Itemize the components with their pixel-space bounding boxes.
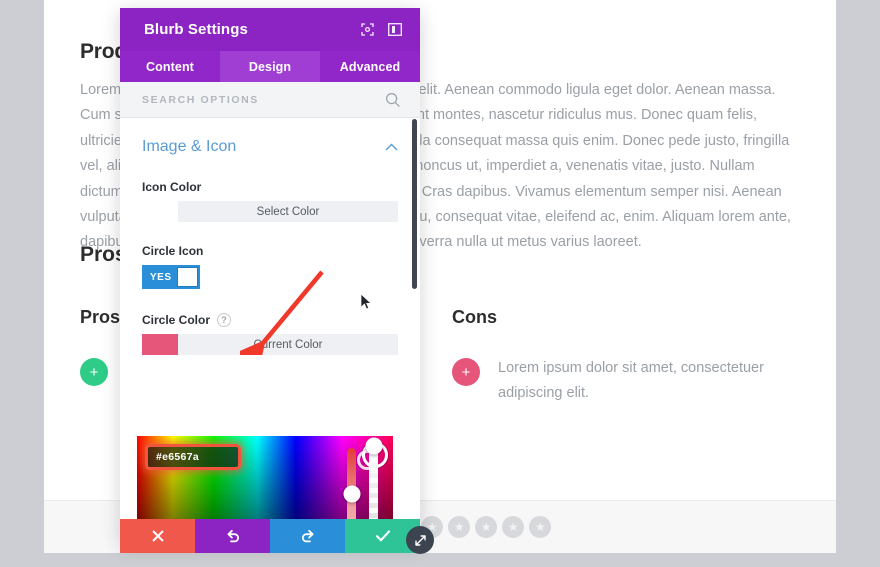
- icon-color-label: Icon Color: [142, 180, 398, 194]
- toggle-knob[interactable]: [176, 267, 198, 287]
- chevron-up-icon[interactable]: [385, 141, 398, 153]
- fullscreen-icon[interactable]: [356, 19, 378, 41]
- rating-stars[interactable]: ★ ★ ★ ★ ★: [421, 516, 552, 538]
- star-icon[interactable]: ★: [529, 516, 552, 538]
- modal-scrollbar[interactable]: [412, 119, 417, 289]
- circle-icon-toggle[interactable]: YES: [142, 265, 200, 289]
- blurb-settings-modal: Blurb Settings Content Design Advanced S…: [120, 8, 420, 543]
- cons-blurb: + Lorem ipsum dolor sit amet, consectetu…: [452, 356, 798, 407]
- toggle-yes-label: YES: [150, 271, 172, 283]
- plus-icon: +: [80, 358, 108, 386]
- modal-tabs: Content Design Advanced: [120, 51, 420, 82]
- star-icon[interactable]: ★: [448, 516, 471, 538]
- hue-slider-knob[interactable]: [343, 485, 360, 503]
- circle-color-label-text: Circle Color: [142, 313, 211, 327]
- screen: Product Review Lorem ipsum dolor sit ame…: [0, 0, 880, 567]
- resize-diagonal-icon[interactable]: [406, 526, 434, 554]
- circle-icon-label: Circle Icon: [142, 244, 398, 258]
- search-options-row: [120, 82, 420, 118]
- circle-color-label: Circle Color ?: [142, 313, 398, 327]
- circle-color-row: Current Color: [142, 334, 398, 355]
- search-input[interactable]: [142, 93, 384, 106]
- select-color-button[interactable]: Select Color: [178, 201, 398, 222]
- star-icon[interactable]: ★: [502, 516, 525, 538]
- cons-blurb-text: Lorem ipsum dolor sit amet, consectetuer…: [498, 360, 764, 402]
- current-color-button[interactable]: Current Color: [178, 334, 398, 355]
- icon-color-row: Select Color: [142, 201, 398, 222]
- alpha-slider-knob[interactable]: [365, 437, 382, 455]
- hex-input[interactable]: [148, 447, 238, 467]
- tab-advanced[interactable]: Advanced: [320, 51, 420, 82]
- icon-color-label-text: Icon Color: [142, 180, 202, 194]
- hex-input-group[interactable]: ✓: [145, 444, 241, 470]
- search-icon[interactable]: [384, 91, 402, 109]
- cons-title: Cons: [452, 307, 497, 327]
- modal-body: Image & Icon Icon Color Select Color Cir…: [120, 118, 420, 543]
- panel-layout-icon[interactable]: [384, 19, 406, 41]
- mouse-pointer: [360, 293, 372, 310]
- tab-design[interactable]: Design: [220, 51, 320, 82]
- circle-icon-label-text: Circle Icon: [142, 244, 204, 258]
- plus-icon: +: [452, 358, 480, 386]
- accordion-image-icon[interactable]: Image & Icon: [142, 134, 398, 170]
- undo-button[interactable]: [195, 519, 270, 553]
- modal-title-bar: Blurb Settings: [120, 8, 420, 51]
- cons-column: Cons + Lorem ipsum dolor sit amet, conse…: [452, 307, 824, 407]
- circle-color-swatch[interactable]: [142, 334, 178, 355]
- help-icon[interactable]: ?: [217, 313, 232, 327]
- star-icon[interactable]: ★: [475, 516, 498, 538]
- redo-button[interactable]: [270, 519, 345, 553]
- accordion-title: Image & Icon: [142, 138, 237, 155]
- modal-title: Blurb Settings: [144, 21, 248, 38]
- cancel-button[interactable]: [120, 519, 195, 553]
- modal-action-bar: [120, 519, 420, 553]
- tab-content[interactable]: Content: [120, 51, 220, 82]
